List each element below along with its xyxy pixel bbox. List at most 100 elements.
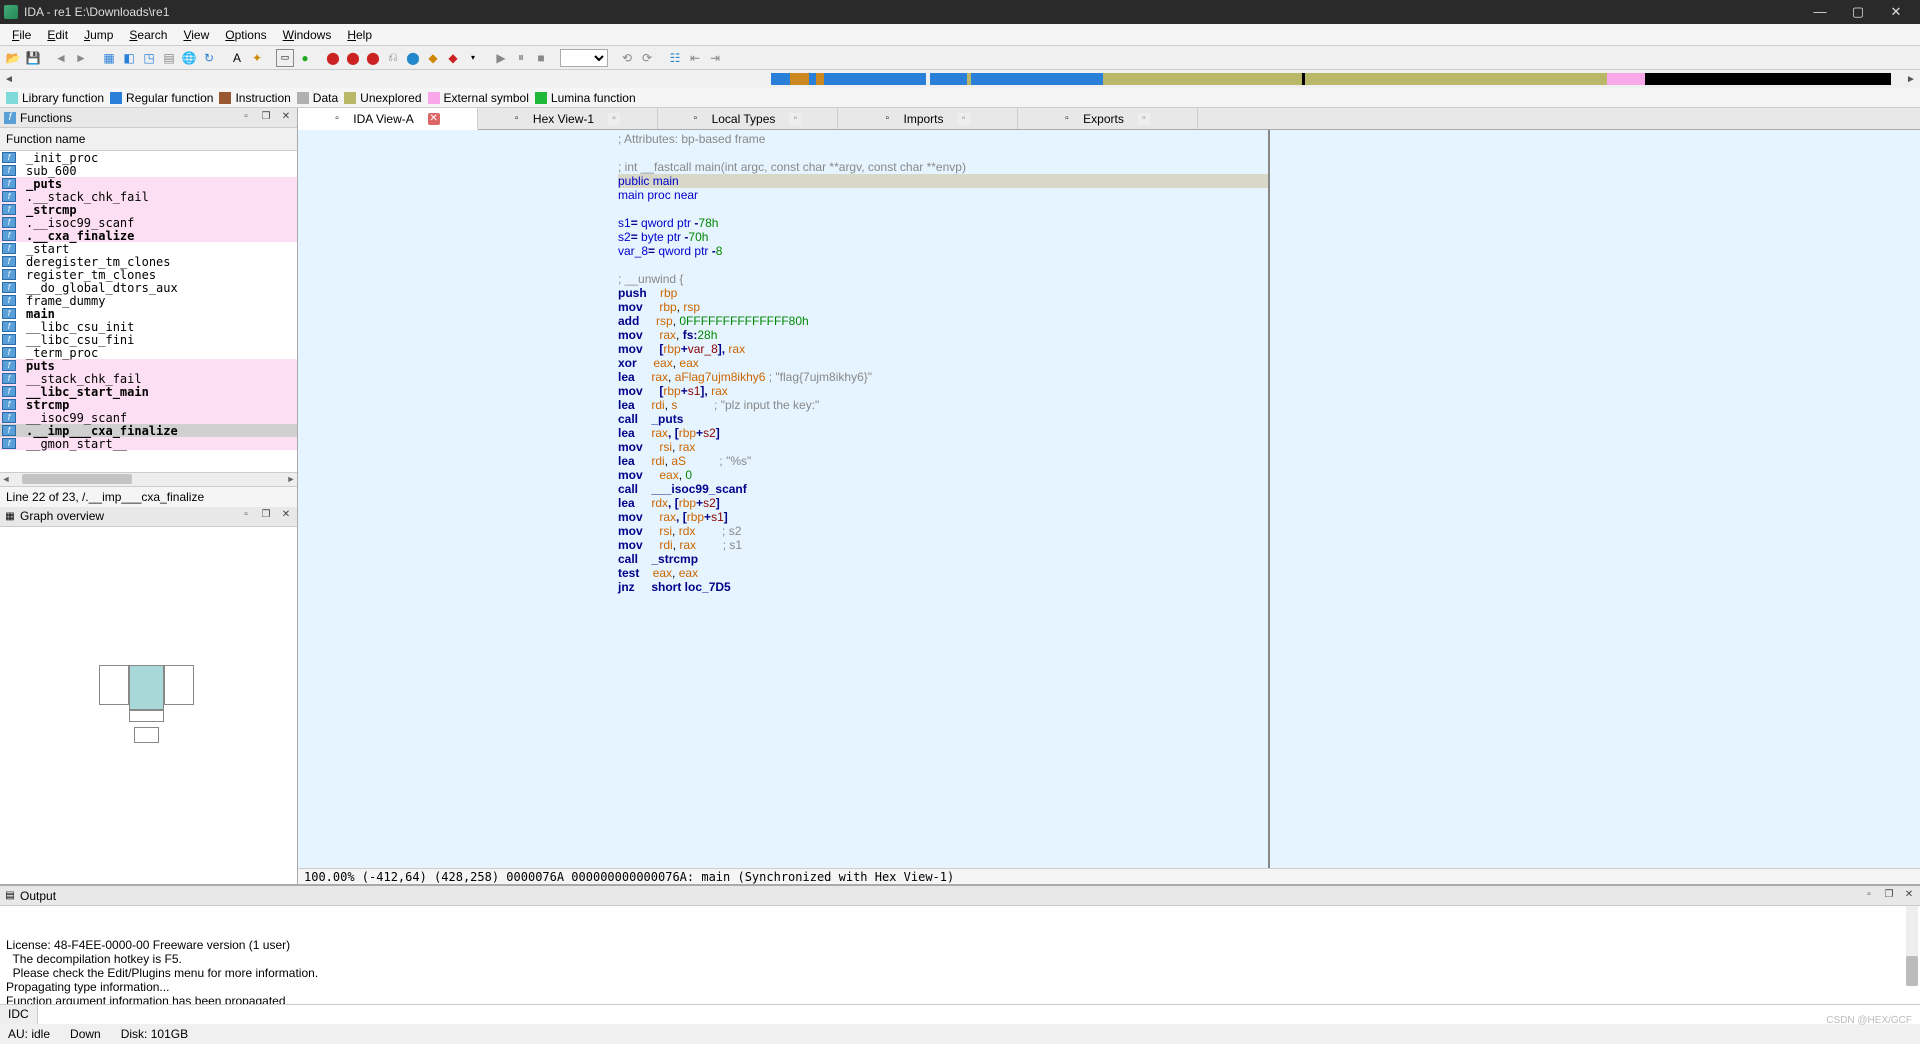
function-row[interactable]: fsub_600	[0, 164, 297, 177]
function-row[interactable]: f.__cxa_finalize	[0, 229, 297, 242]
function-row[interactable]: fderegister_tm_clones	[0, 255, 297, 268]
nav-right-icon[interactable]: ►	[1906, 74, 1916, 85]
idc-label[interactable]: IDC	[0, 1005, 38, 1024]
tab-close-icon[interactable]: ✕	[428, 113, 440, 125]
tab-close-icon[interactable]: ▫	[608, 113, 620, 125]
tb-o[interactable]: ☷	[666, 49, 684, 67]
idc-input[interactable]	[38, 1005, 1920, 1024]
function-row[interactable]: f__libc_csu_init	[0, 320, 297, 333]
tb-q[interactable]: ⇥	[706, 49, 724, 67]
tb-dd[interactable]: ▾	[464, 49, 482, 67]
tb-stop1[interactable]: ⬤	[324, 49, 342, 67]
menu-file[interactable]: File	[4, 26, 39, 44]
tb-c[interactable]: ◳	[140, 49, 158, 67]
function-row[interactable]: f.__stack_chk_fail	[0, 190, 297, 203]
output-scrollbar[interactable]	[1906, 906, 1918, 984]
tb-b[interactable]: ◧	[120, 49, 138, 67]
nav-left-icon[interactable]: ◄	[4, 74, 14, 85]
maximize-button[interactable]: ▢	[1848, 4, 1868, 20]
graph-overview[interactable]	[0, 527, 297, 885]
tb-text[interactable]: ▭	[276, 49, 294, 67]
function-row[interactable]: f_strcmp	[0, 203, 297, 216]
panel-restore-icon[interactable]: ❐	[259, 111, 273, 125]
function-row[interactable]: f__isoc99_scanf	[0, 411, 297, 424]
tb-j[interactable]: ⬤	[404, 49, 422, 67]
output-icon: ▤	[4, 890, 16, 902]
function-row[interactable]: f.__imp___cxa_finalize	[0, 424, 297, 437]
tb-green[interactable]: ●	[296, 49, 314, 67]
tab-hex-view-1[interactable]: ▫Hex View-1▫	[478, 108, 658, 129]
stop-icon[interactable]: ■	[532, 49, 550, 67]
functions-status: Line 22 of 23, /.__imp___cxa_finalize	[0, 486, 297, 507]
tb-n[interactable]: ⟳	[638, 49, 656, 67]
menu-windows[interactable]: Windows	[275, 26, 340, 44]
back-icon[interactable]: ◄	[52, 49, 70, 67]
graph-restore-icon[interactable]: ❐	[259, 509, 273, 523]
functions-list[interactable]: f_init_procfsub_600f_putsf.__stack_chk_f…	[0, 151, 297, 472]
menu-jump[interactable]: Jump	[76, 26, 121, 44]
status-down: Down	[70, 1027, 101, 1041]
tab-close-icon[interactable]: ▫	[958, 113, 970, 125]
function-row[interactable]: fframe_dummy	[0, 294, 297, 307]
function-row[interactable]: f.__isoc99_scanf	[0, 216, 297, 229]
menu-edit[interactable]: Edit	[39, 26, 76, 44]
output-min-icon[interactable]: ▫	[1862, 889, 1876, 903]
tb-i[interactable]: ⎌	[384, 49, 402, 67]
tab-local-types[interactable]: ▫Local Types▫	[658, 108, 838, 129]
tab-exports[interactable]: ▫Exports▫	[1018, 108, 1198, 129]
close-button[interactable]: ✕	[1886, 4, 1906, 20]
tb-d[interactable]: ▤	[160, 49, 178, 67]
function-row[interactable]: f__stack_chk_fail	[0, 372, 297, 385]
tb-m[interactable]: ⟲	[618, 49, 636, 67]
function-row[interactable]: f_init_proc	[0, 151, 297, 164]
output-body[interactable]: License: 48-F4EE-0000-00 Freeware versio…	[0, 906, 1920, 1004]
output-restore-icon[interactable]: ❐	[1882, 889, 1896, 903]
tb-f[interactable]: ↻	[200, 49, 218, 67]
function-row[interactable]: f_start	[0, 242, 297, 255]
tab-close-icon[interactable]: ▫	[789, 113, 801, 125]
menu-view[interactable]: View	[175, 26, 217, 44]
minimize-button[interactable]: —	[1810, 4, 1830, 20]
tb-l[interactable]: ◆	[444, 49, 462, 67]
function-row[interactable]: f__do_global_dtors_aux	[0, 281, 297, 294]
tb-stop3[interactable]: ⬤	[364, 49, 382, 67]
tab-ida-view-a[interactable]: ▫IDA View-A✕	[298, 108, 478, 130]
debugger-select[interactable]	[560, 49, 608, 67]
tab-close-icon[interactable]: ▫	[1138, 113, 1150, 125]
status-bar: AU: idle Down Disk: 101GB	[0, 1024, 1920, 1044]
navigation-bar[interactable]: ◄ ►	[0, 70, 1920, 88]
tb-e[interactable]: 🌐	[180, 49, 198, 67]
output-close-icon[interactable]: ✕	[1902, 889, 1916, 903]
tb-k[interactable]: ◆	[424, 49, 442, 67]
function-row[interactable]: fputs	[0, 359, 297, 372]
menu-help[interactable]: Help	[339, 26, 380, 44]
function-row[interactable]: fregister_tm_clones	[0, 268, 297, 281]
tb-a[interactable]: ▦	[100, 49, 118, 67]
pause-icon[interactable]: ⏸	[512, 49, 530, 67]
graph-close-icon[interactable]: ✕	[279, 509, 293, 523]
function-row[interactable]: fstrcmp	[0, 398, 297, 411]
function-row[interactable]: f_term_proc	[0, 346, 297, 359]
tb-h[interactable]: ✦	[248, 49, 266, 67]
fwd-icon[interactable]: ►	[72, 49, 90, 67]
menu-search[interactable]: Search	[121, 26, 175, 44]
tb-stop2[interactable]: ⬤	[344, 49, 362, 67]
save-icon[interactable]: 💾	[24, 49, 42, 67]
functions-hscroll[interactable]: ◄ ►	[0, 472, 297, 486]
menu-options[interactable]: Options	[217, 26, 274, 44]
tab-imports[interactable]: ▫Imports▫	[838, 108, 1018, 129]
tb-p[interactable]: ⇤	[686, 49, 704, 67]
graph-min-icon[interactable]: ▫	[239, 509, 253, 523]
open-icon[interactable]: 📂	[4, 49, 22, 67]
function-row[interactable]: f__libc_start_main	[0, 385, 297, 398]
panel-close-icon[interactable]: ✕	[279, 111, 293, 125]
tb-g[interactable]: A	[228, 49, 246, 67]
functions-col-header[interactable]: Function name	[0, 128, 297, 151]
function-row[interactable]: f__libc_csu_fini	[0, 333, 297, 346]
disassembly-view[interactable]: ; Attributes: bp-based frame ; int __fas…	[298, 130, 1920, 868]
panel-min-icon[interactable]: ▫	[239, 111, 253, 125]
run-icon[interactable]: ▶	[492, 49, 510, 67]
function-row[interactable]: f_puts	[0, 177, 297, 190]
function-row[interactable]: f__gmon_start__	[0, 437, 297, 450]
function-row[interactable]: fmain	[0, 307, 297, 320]
